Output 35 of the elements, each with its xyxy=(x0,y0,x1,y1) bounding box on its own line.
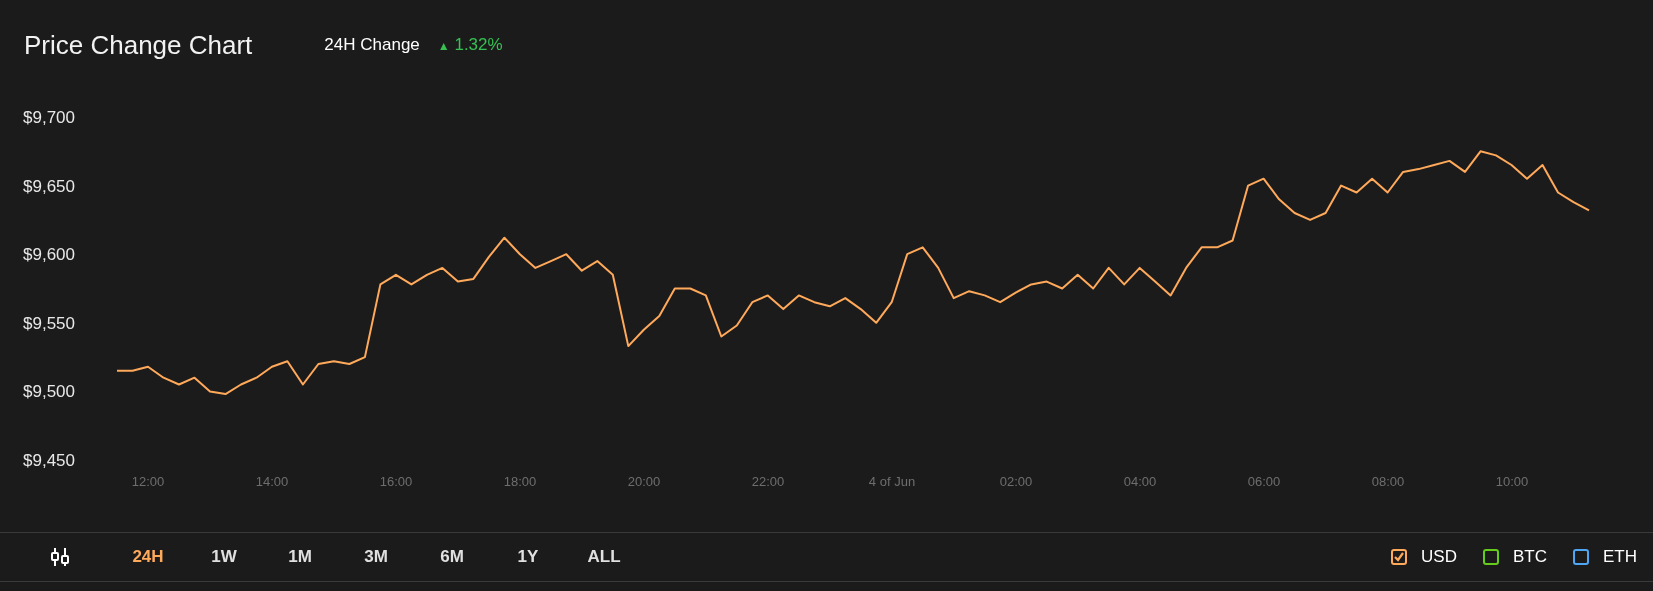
period-tab[interactable]: ALL xyxy=(566,541,642,573)
x-axis-label: 16:00 xyxy=(379,474,413,489)
change-label: 24H Change xyxy=(324,35,420,55)
x-axis-label: 4 of Jun xyxy=(868,474,916,489)
currency-label: ETH xyxy=(1603,547,1637,567)
period-tab[interactable]: 3M xyxy=(338,541,414,573)
currency-label: USD xyxy=(1421,547,1457,567)
x-axis-label: 02:00 xyxy=(999,474,1033,489)
x-axis-label: 04:00 xyxy=(1123,474,1157,489)
period-tab[interactable]: 6M xyxy=(414,541,490,573)
period-tab[interactable]: 1Y xyxy=(490,541,566,573)
x-axis-label: 14:00 xyxy=(255,474,289,489)
x-axis-label: 20:00 xyxy=(627,474,661,489)
chart-title: Price Change Chart xyxy=(24,29,253,61)
x-axis-label: 10:00 xyxy=(1495,474,1529,489)
x-axis-label: 22:00 xyxy=(751,474,785,489)
y-axis-label: $9,450 xyxy=(23,451,75,470)
currency-checkbox[interactable] xyxy=(1391,549,1408,565)
y-axis-label: $9,600 xyxy=(23,245,75,265)
y-axis-label: $9,650 xyxy=(23,176,75,196)
x-axis-label: 12:00 xyxy=(131,474,165,489)
currency-checkbox[interactable] xyxy=(1483,549,1499,565)
x-axis-label: 08:00 xyxy=(1371,474,1405,489)
y-axis-label: $9,700 xyxy=(23,108,75,127)
change-value: ▲ 1.32% xyxy=(437,35,503,55)
x-axis-label: 18:00 xyxy=(503,474,537,489)
candlestick-icon[interactable] xyxy=(50,547,70,567)
period-tab[interactable]: 24H xyxy=(110,541,186,573)
period-tab[interactable]: 1W xyxy=(186,541,262,573)
currency-label: BTC xyxy=(1513,547,1547,567)
y-axis-label: $9,500 xyxy=(23,382,75,402)
period-tab[interactable]: 1M xyxy=(262,541,338,573)
y-axis-label: $9,550 xyxy=(23,313,75,333)
x-axis-label: 06:00 xyxy=(1247,474,1281,489)
currency-checkbox[interactable] xyxy=(1573,549,1589,565)
